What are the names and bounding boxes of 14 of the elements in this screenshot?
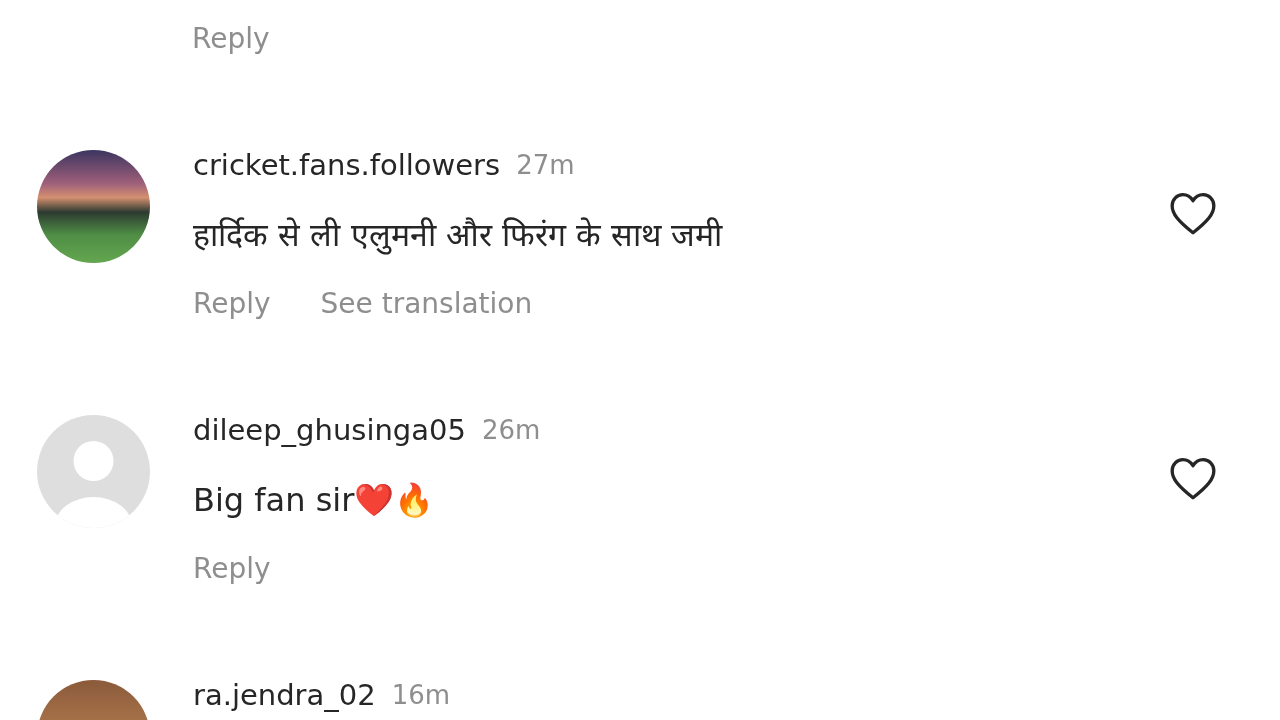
heart-icon[interactable] <box>1168 455 1218 501</box>
username[interactable]: dileep_ghusinga05 <box>193 413 466 447</box>
reply-link[interactable]: Reply <box>192 21 270 55</box>
comment-text: Big fan sir❤🔥 <box>193 480 436 521</box>
comment-text: हार्दिक से ली एलुमनी और फिरंग के साथ जमी <box>193 215 724 257</box>
heart-icon[interactable] <box>1168 190 1218 236</box>
username[interactable]: ra.jendra_02 <box>193 678 376 712</box>
translation-link[interactable]: See translation <box>320 286 533 320</box>
reply-link[interactable]: Reply <box>193 551 271 585</box>
comment-time: 16m <box>391 680 451 710</box>
reply-link[interactable]: Reply <box>193 286 271 320</box>
username[interactable]: cricket.fans.followers <box>193 148 501 182</box>
comment-time: 26m <box>481 415 541 445</box>
comment-time: 27m <box>516 150 575 180</box>
